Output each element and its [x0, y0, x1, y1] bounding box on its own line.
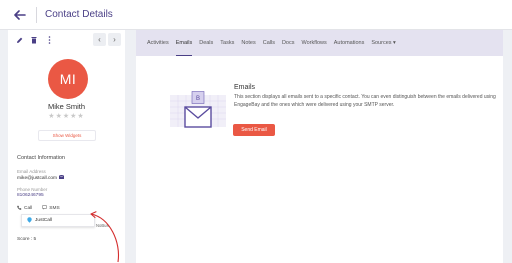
edit-icon[interactable] — [15, 35, 23, 45]
tab-automations[interactable]: Automations — [334, 30, 365, 56]
delete-icon[interactable] — [30, 35, 38, 45]
tab-docs[interactable]: Docs — [282, 30, 295, 56]
tab-activities[interactable]: Activities — [147, 30, 169, 56]
star-rating[interactable]: ★★★★★ — [8, 112, 125, 120]
score-value: Score : 5 — [17, 237, 37, 242]
call-label: Call — [24, 206, 33, 211]
page-title: Contact Details — [45, 9, 113, 20]
previous-contact-button[interactable]: ‹ — [93, 33, 106, 46]
phone-value[interactable]: 8106246795 — [17, 193, 44, 198]
tab-notes[interactable]: Notes — [241, 30, 255, 56]
sms-label: SMS — [49, 206, 60, 211]
more-options-icon[interactable] — [45, 35, 53, 45]
phone-icon — [17, 205, 22, 212]
tab-workflows[interactable]: Workflows — [301, 30, 326, 56]
mail-icon[interactable] — [58, 174, 65, 181]
tab-deals[interactable]: Deals — [199, 30, 213, 56]
sms-action[interactable]: SMS — [42, 205, 60, 212]
svg-text:B: B — [196, 96, 200, 102]
sms-icon — [42, 205, 48, 212]
emails-description: This section displays all emails sent to… — [234, 94, 496, 108]
contact-toolbar — [15, 35, 53, 45]
back-arrow-icon[interactable] — [10, 5, 30, 25]
contact-name: Mike Smith — [47, 102, 86, 111]
annotation-arrow — [90, 211, 120, 263]
send-email-button[interactable]: Send Email — [233, 124, 275, 136]
record-nav: ‹ › — [93, 33, 121, 46]
justcall-label: JustCall — [35, 218, 53, 223]
email-value-row: mike@justcall.com — [17, 174, 65, 181]
tab-tasks[interactable]: Tasks — [220, 30, 234, 56]
top-bar: Contact Details — [0, 0, 512, 30]
email-illustration-icon: B — [170, 91, 226, 128]
contact-info-heading: Contact Information — [17, 155, 65, 161]
tab-sources[interactable]: Sources ▾ — [371, 30, 395, 56]
tab-bar: Activities Emails Deals Tasks Notes Call… — [136, 30, 503, 56]
main-panel: Activities Emails Deals Tasks Notes Call… — [136, 30, 503, 263]
email-label: Email Address — [17, 169, 46, 174]
justcall-option[interactable]: JustCall — [21, 214, 95, 227]
show-widgets-button[interactable]: Show Widgets — [38, 130, 96, 141]
tab-calls[interactable]: Calls — [263, 30, 275, 56]
call-actions: Call SMS — [17, 205, 60, 212]
header-divider — [36, 6, 37, 23]
next-contact-button[interactable]: › — [108, 33, 121, 46]
avatar: MI — [48, 59, 88, 99]
phone-label: Phone Number — [17, 187, 48, 192]
call-action[interactable]: Call — [17, 205, 32, 212]
tab-emails[interactable]: Emails — [175, 30, 192, 56]
emails-heading: Emails — [234, 84, 256, 91]
justcall-icon — [27, 216, 32, 225]
email-value[interactable]: mike@justcall.com — [17, 176, 57, 181]
